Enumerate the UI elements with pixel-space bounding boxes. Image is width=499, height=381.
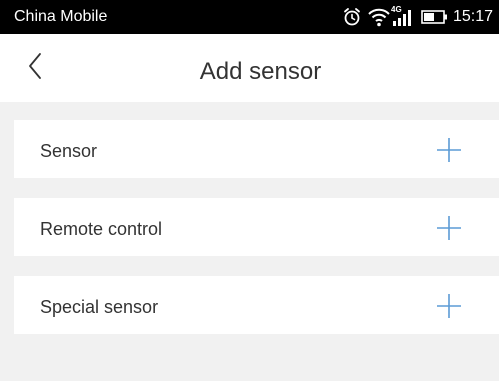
chevron-left-icon [29,53,41,79]
clock-time: 15:17 [452,8,493,25]
list-item-label: Sensor [40,141,98,161]
battery-icon [421,10,449,24]
wifi-icon [367,8,391,28]
carrier-name: China Mobile [14,8,108,25]
page-title: Add sensor [199,58,322,85]
plus-icon [437,138,461,162]
list-item-special-sensor[interactable]: Special sensor [14,276,499,334]
list-item-sensor[interactable]: Sensor [14,120,499,178]
signal-icon: 4G [391,5,415,29]
alarm-icon [343,7,361,27]
list-item-label: Remote control [40,219,163,239]
list-item-remote-control[interactable]: Remote control [14,198,499,256]
add-remote-control-button[interactable] [436,215,462,241]
back-button[interactable] [22,48,50,84]
add-special-sensor-button[interactable] [436,293,462,319]
plus-icon [437,294,461,318]
list-item-label: Special sensor [40,297,159,317]
app-header: Add sensor [0,34,499,102]
status-bar: China Mobile 4G 15:17 [0,0,499,34]
plus-icon [437,216,461,240]
add-sensor-button[interactable] [436,137,462,163]
